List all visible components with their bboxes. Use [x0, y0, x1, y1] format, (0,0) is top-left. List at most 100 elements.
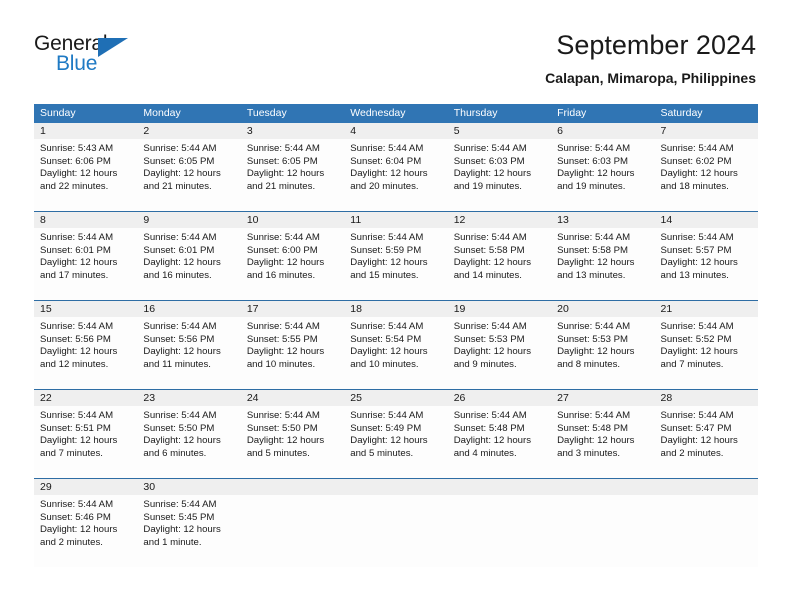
- day-details: Sunrise: 5:44 AM Sunset: 5:51 PM Dayligh…: [34, 406, 137, 460]
- daylight-text-line2: and 20 minutes.: [350, 180, 419, 192]
- day-cell[interactable]: 13 Sunrise: 5:44 AM Sunset: 5:58 PM Dayl…: [551, 212, 655, 300]
- sunset-text: Sunset: 6:00 PM: [246, 244, 318, 256]
- daylight-text-line2: and 9 minutes.: [453, 358, 517, 370]
- day-details: Sunrise: 5:44 AM Sunset: 6:03 PM Dayligh…: [551, 139, 654, 193]
- day-number: 30: [137, 479, 241, 495]
- week-row: 8 Sunrise: 5:44 AM Sunset: 6:01 PM Dayli…: [34, 211, 758, 300]
- sunrise-text: Sunrise: 5:44 AM: [660, 410, 734, 421]
- daylight-text-line1: Daylight: 12 hours: [660, 168, 738, 180]
- sunrise-text: Sunrise: 5:44 AM: [246, 232, 320, 243]
- daylight-text-line1: Daylight: 12 hours: [453, 257, 532, 269]
- sunrise-text: Sunrise: 5:44 AM: [143, 410, 217, 421]
- sunset-text: Sunset: 5:54 PM: [350, 333, 422, 345]
- day-details: Sunrise: 5:44 AM Sunset: 5:47 PM Dayligh…: [655, 406, 758, 460]
- day-cell[interactable]: 18 Sunrise: 5:44 AM Sunset: 5:54 PM Dayl…: [344, 301, 448, 389]
- day-details: Sunrise: 5:44 AM Sunset: 5:53 PM Dayligh…: [448, 317, 551, 371]
- day-cell[interactable]: 6 Sunrise: 5:44 AM Sunset: 6:03 PM Dayli…: [551, 123, 655, 211]
- day-cell[interactable]: 10 Sunrise: 5:44 AM Sunset: 6:00 PM Dayl…: [240, 212, 345, 300]
- sunset-text: Sunset: 6:05 PM: [143, 155, 215, 167]
- day-number: 28: [654, 390, 758, 406]
- daylight-text-line1: Daylight: 12 hours: [557, 168, 635, 180]
- day-cell[interactable]: 9 Sunrise: 5:44 AM Sunset: 6:01 PM Dayli…: [137, 212, 241, 300]
- sunrise-text: Sunrise: 5:44 AM: [246, 143, 320, 154]
- brand-logo[interactable]: General Blue: [34, 32, 154, 80]
- day-details: Sunrise: 5:44 AM Sunset: 6:01 PM Dayligh…: [137, 228, 240, 282]
- day-details: Sunrise: 5:44 AM Sunset: 5:48 PM Dayligh…: [448, 406, 551, 460]
- daylight-text-line1: Daylight: 12 hours: [660, 257, 738, 269]
- day-cell[interactable]: 1 Sunrise: 5:43 AM Sunset: 6:06 PM Dayli…: [34, 123, 138, 211]
- sunrise-text: Sunrise: 5:44 AM: [143, 321, 217, 332]
- title-block: September 2024 Calapan, Mimaropa, Philip…: [545, 28, 756, 88]
- day-details: Sunrise: 5:44 AM Sunset: 6:05 PM Dayligh…: [137, 139, 240, 193]
- daylight-text-line2: and 17 minutes.: [40, 269, 109, 281]
- daylight-text-line2: and 18 minutes.: [660, 180, 729, 192]
- day-cell[interactable]: 3 Sunrise: 5:44 AM Sunset: 6:05 PM Dayli…: [240, 123, 345, 211]
- sunrise-text: Sunrise: 5:44 AM: [557, 321, 631, 332]
- calendar-grid: Sunday Monday Tuesday Wednesday Thursday…: [34, 104, 758, 567]
- day-cell[interactable]: 26 Sunrise: 5:44 AM Sunset: 5:48 PM Dayl…: [447, 390, 552, 478]
- week-row: 22 Sunrise: 5:44 AM Sunset: 5:51 PM Dayl…: [34, 389, 758, 478]
- sunrise-text: Sunrise: 5:44 AM: [660, 321, 734, 332]
- daylight-text-line1: Daylight: 12 hours: [350, 257, 428, 269]
- sunrise-text: Sunrise: 5:44 AM: [350, 321, 424, 332]
- day-cell[interactable]: 21 Sunrise: 5:44 AM Sunset: 5:52 PM Dayl…: [654, 301, 758, 389]
- weekday-header-tuesday: Tuesday: [246, 107, 287, 119]
- day-cell[interactable]: 28 Sunrise: 5:44 AM Sunset: 5:47 PM Dayl…: [654, 390, 758, 478]
- day-cell[interactable]: 7 Sunrise: 5:44 AM Sunset: 6:02 PM Dayli…: [654, 123, 758, 211]
- week-row: 1 Sunrise: 5:43 AM Sunset: 6:06 PM Dayli…: [34, 123, 758, 211]
- day-number: 1: [34, 123, 138, 139]
- day-number: 29: [34, 479, 138, 495]
- day-cell[interactable]: 19 Sunrise: 5:44 AM Sunset: 5:53 PM Dayl…: [447, 301, 552, 389]
- day-details: Sunrise: 5:44 AM Sunset: 5:45 PM Dayligh…: [137, 495, 240, 549]
- daylight-text-line2: and 5 minutes.: [246, 447, 310, 459]
- day-cell[interactable]: 16 Sunrise: 5:44 AM Sunset: 5:56 PM Dayl…: [137, 301, 241, 389]
- day-cell[interactable]: 4 Sunrise: 5:44 AM Sunset: 6:04 PM Dayli…: [344, 123, 448, 211]
- day-cell[interactable]: 25 Sunrise: 5:44 AM Sunset: 5:49 PM Dayl…: [344, 390, 448, 478]
- day-cell[interactable]: 11 Sunrise: 5:44 AM Sunset: 5:59 PM Dayl…: [344, 212, 448, 300]
- daylight-text-line1: Daylight: 12 hours: [660, 435, 738, 447]
- daylight-text-line2: and 2 minutes.: [660, 447, 724, 459]
- sunrise-text: Sunrise: 5:44 AM: [557, 143, 631, 154]
- day-cell[interactable]: 17 Sunrise: 5:44 AM Sunset: 5:55 PM Dayl…: [240, 301, 345, 389]
- sunrise-text: Sunrise: 5:44 AM: [246, 410, 320, 421]
- daylight-text-line2: and 11 minutes.: [143, 358, 211, 370]
- daylight-text-line1: Daylight: 12 hours: [350, 168, 428, 180]
- sunset-text: Sunset: 5:58 PM: [557, 244, 629, 256]
- day-cell[interactable]: 27 Sunrise: 5:44 AM Sunset: 5:48 PM Dayl…: [551, 390, 655, 478]
- day-cell[interactable]: 29 Sunrise: 5:44 AM Sunset: 5:46 PM Dayl…: [34, 479, 138, 567]
- day-cell[interactable]: 14 Sunrise: 5:44 AM Sunset: 5:57 PM Dayl…: [654, 212, 758, 300]
- day-number: 26: [447, 390, 552, 406]
- day-details: Sunrise: 5:44 AM Sunset: 5:53 PM Dayligh…: [551, 317, 654, 371]
- day-details: Sunrise: 5:44 AM Sunset: 5:50 PM Dayligh…: [241, 406, 344, 460]
- day-cell[interactable]: 24 Sunrise: 5:44 AM Sunset: 5:50 PM Dayl…: [240, 390, 345, 478]
- daylight-text-line1: Daylight: 12 hours: [40, 257, 118, 269]
- day-cell[interactable]: 20 Sunrise: 5:44 AM Sunset: 5:53 PM Dayl…: [551, 301, 655, 389]
- daylight-text-line1: Daylight: 12 hours: [40, 168, 118, 180]
- sunset-text: Sunset: 5:47 PM: [660, 422, 732, 434]
- week-row: 29 Sunrise: 5:44 AM Sunset: 5:46 PM Dayl…: [34, 478, 758, 567]
- daylight-text-line2: and 2 minutes.: [40, 536, 103, 548]
- day-number: 17: [240, 301, 345, 317]
- day-cell[interactable]: 30 Sunrise: 5:44 AM Sunset: 5:45 PM Dayl…: [137, 479, 241, 567]
- sunset-text: Sunset: 5:57 PM: [660, 244, 732, 256]
- sunset-text: Sunset: 5:50 PM: [246, 422, 318, 434]
- daylight-text-line2: and 10 minutes.: [246, 358, 316, 370]
- day-cell[interactable]: 2 Sunrise: 5:44 AM Sunset: 6:05 PM Dayli…: [137, 123, 241, 211]
- day-cell[interactable]: 22 Sunrise: 5:44 AM Sunset: 5:51 PM Dayl…: [34, 390, 138, 478]
- sunrise-text: Sunrise: 5:43 AM: [40, 143, 114, 154]
- day-cell[interactable]: 15 Sunrise: 5:44 AM Sunset: 5:56 PM Dayl…: [34, 301, 138, 389]
- daylight-text-line1: Daylight: 12 hours: [246, 257, 325, 269]
- day-number: 9: [137, 212, 241, 228]
- week-row: 15 Sunrise: 5:44 AM Sunset: 5:56 PM Dayl…: [34, 300, 758, 389]
- day-details: Sunrise: 5:44 AM Sunset: 5:48 PM Dayligh…: [551, 406, 654, 460]
- daylight-text-line2: and 6 minutes.: [143, 447, 207, 459]
- sunset-text: Sunset: 5:53 PM: [557, 333, 629, 345]
- day-details: Sunrise: 5:44 AM Sunset: 6:03 PM Dayligh…: [448, 139, 551, 193]
- day-cell[interactable]: 5 Sunrise: 5:44 AM Sunset: 6:03 PM Dayli…: [447, 123, 552, 211]
- sunset-text: Sunset: 5:58 PM: [453, 244, 525, 256]
- day-cell[interactable]: 8 Sunrise: 5:44 AM Sunset: 6:01 PM Dayli…: [34, 212, 138, 300]
- day-details: Sunrise: 5:44 AM Sunset: 5:46 PM Dayligh…: [34, 495, 137, 549]
- day-cell[interactable]: 23 Sunrise: 5:44 AM Sunset: 5:50 PM Dayl…: [137, 390, 241, 478]
- day-cell[interactable]: 12 Sunrise: 5:44 AM Sunset: 5:58 PM Dayl…: [447, 212, 552, 300]
- day-details: Sunrise: 5:44 AM Sunset: 5:58 PM Dayligh…: [448, 228, 551, 282]
